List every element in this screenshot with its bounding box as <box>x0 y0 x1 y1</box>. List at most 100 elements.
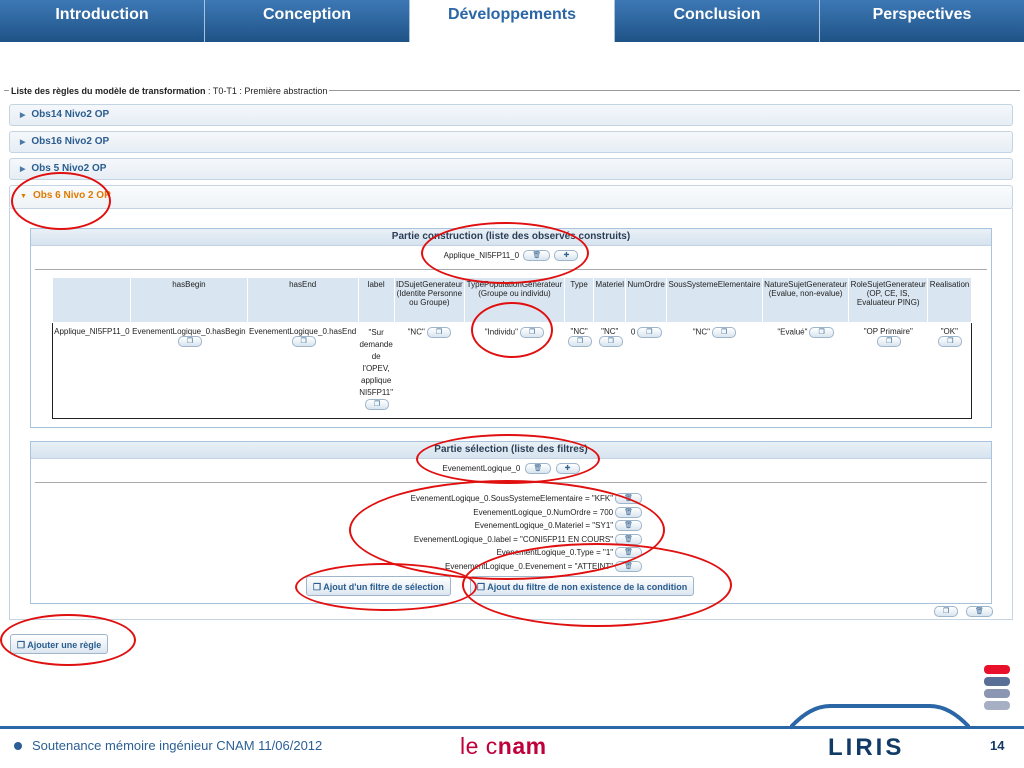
edit-button[interactable]: ❐ <box>567 336 593 347</box>
copy-icon: ❐ <box>947 338 954 345</box>
delete-filter-button[interactable]: 🗑 <box>615 493 642 505</box>
table-cell: "OP Primaire" ❐ <box>849 323 928 419</box>
add-nonexistence-filter-button[interactable]: ❐ Ajout du filtre de non existence de la… <box>470 576 695 596</box>
cell-value: "Evalué" <box>777 327 808 337</box>
fieldset-legend: Liste des règles du modèle de transforma… <box>9 86 330 96</box>
button-label: Ajout du filtre de non existence de la c… <box>487 582 688 592</box>
triangle-down-icon: ▼ <box>20 193 27 200</box>
delete-button[interactable]: 🗑 <box>523 250 551 262</box>
table-cell: "Evalué" ❐ <box>762 323 849 419</box>
trash-icon: 🗑 <box>624 508 633 516</box>
copy-icon: ❐ <box>313 582 324 592</box>
delete-button[interactable]: 🗑 <box>524 463 552 475</box>
edit-button[interactable]: ❐ <box>177 336 203 347</box>
accordion-obs14[interactable]: ▶ Obs14 Nivo2 OP <box>9 104 1013 126</box>
plus-icon: ✚ <box>564 465 571 473</box>
column-header: NumOrdre <box>625 277 668 323</box>
filter-item: EvenementLogique_0.Evenement = "ATTEINT"… <box>382 560 642 574</box>
table-cell: EvenementLogique_0.hasBegin ❐ <box>131 323 247 419</box>
edit-button[interactable]: ❐ <box>598 336 623 347</box>
filter-item: EvenementLogique_0.NumOrdre = 700 🗑 <box>382 506 642 520</box>
tab-introduction[interactable]: Introduction <box>0 0 205 42</box>
divider <box>35 482 987 483</box>
cnam-logo: le cnam <box>460 733 547 760</box>
button-label: Ajout d'un filtre de sélection <box>323 582 444 592</box>
copy-icon: ❐ <box>477 582 488 592</box>
delete-filter-button[interactable]: 🗑 <box>615 533 642 545</box>
accordion-label: Obs16 Nivo2 OP <box>31 136 110 147</box>
edit-button[interactable]: ❐ <box>365 399 390 411</box>
edit-button[interactable]: ❐ <box>809 327 834 338</box>
cell-value: "OK" <box>940 327 958 336</box>
tab-developpements[interactable]: Développements <box>410 0 615 42</box>
top-navigation: Introduction Conception Développements C… <box>0 0 1024 42</box>
delete-rule-button[interactable]: 🗑 <box>966 606 993 617</box>
column-header: Realisation <box>927 277 972 323</box>
bar-blue-light <box>984 689 1010 698</box>
cell-value: "OP Primaire" <box>863 327 913 336</box>
delete-filter-button[interactable]: 🗑 <box>615 506 642 518</box>
bar-blue <box>984 677 1010 686</box>
add-selection-filter-button[interactable]: ❐ Ajout d'un filtre de sélection <box>306 576 451 596</box>
cnam-logo-text: le c <box>460 733 498 759</box>
tab-conclusion[interactable]: Conclusion <box>615 0 820 42</box>
trash-icon: 🗑 <box>624 522 633 530</box>
edit-button[interactable]: ❐ <box>877 336 902 347</box>
plus-icon: ✚ <box>563 252 570 260</box>
footer-text: Soutenance mémoire ingénieur CNAM 11/06/… <box>14 738 322 753</box>
copy-icon: ❐ <box>607 338 614 345</box>
trash-icon: 🗑 <box>532 252 542 260</box>
table-cell: Applique_NI5FP11_0 <box>54 327 130 336</box>
delete-filter-button[interactable]: 🗑 <box>615 547 642 559</box>
accordion-obs5[interactable]: ▶ Obs 5 Nivo2 OP <box>9 158 1013 180</box>
copy-icon: ❐ <box>374 401 381 409</box>
copy-icon: ❐ <box>186 338 194 345</box>
accordion-obs6[interactable]: ▼ Obs 6 Nivo 2 OP <box>9 185 1013 209</box>
tab-conception[interactable]: Conception <box>205 0 410 42</box>
edit-button[interactable]: ❐ <box>519 327 545 338</box>
filter-item: EvenementLogique_0.label = "CONI5FP11 EN… <box>382 533 642 547</box>
copy-icon: ❐ <box>818 329 825 336</box>
column-header: SousSystemeElementaire <box>666 277 763 323</box>
accordion-obs16[interactable]: ▶ Obs16 Nivo2 OP <box>9 131 1013 153</box>
column-header: TypePopulationGenerateur (Groupe ou indi… <box>464 277 565 323</box>
copy-icon: ❐ <box>17 640 28 650</box>
divider <box>35 269 987 270</box>
cell-value: "NC" <box>601 327 619 336</box>
table-row: Applique_NI5FP11_0 EvenementLogique_0.ha… <box>53 323 972 419</box>
tab-perspectives[interactable]: Perspectives <box>820 0 1024 42</box>
column-header: hasEnd <box>246 277 359 323</box>
table-cell: "NC" ❐ <box>594 323 626 419</box>
column-header: IDSujetGenerateur (Identite Personne ou … <box>393 277 466 323</box>
cnam-logo-bold: nam <box>497 733 547 759</box>
copy-icon: ❐ <box>943 608 950 615</box>
construction-selected: Applique_NI5FP11_0 <box>443 251 520 260</box>
constructed-table: hasBegin hasEnd label IDSujetGenerateur … <box>51 277 972 419</box>
add-button[interactable]: ✚ <box>554 250 579 262</box>
copy-icon: ❐ <box>300 338 307 345</box>
add-button[interactable]: ✚ <box>555 463 580 475</box>
delete-filter-button[interactable]: 🗑 <box>615 560 642 572</box>
table-cell: "Sur demande de l'OPEV, applique NI5FP11… <box>358 323 394 419</box>
table-cell: "NC" ❐ <box>667 323 763 419</box>
edit-button[interactable]: ❐ <box>291 336 316 347</box>
trash-icon: 🗑 <box>624 495 633 503</box>
column-header: label <box>357 277 395 323</box>
edit-button[interactable]: ❐ <box>711 327 737 338</box>
construction-title: Partie construction (liste des observés … <box>31 229 991 246</box>
filter-list: EvenementLogique_0.SousSystemeElementair… <box>382 492 642 573</box>
edit-button[interactable]: ❐ <box>637 327 662 338</box>
edit-button[interactable]: ❐ <box>938 336 963 347</box>
add-rule-button[interactable]: ❐ Ajouter une règle <box>10 634 109 654</box>
table-cell: 0 ❐ <box>626 323 667 419</box>
table-cell: "Individu" ❐ <box>465 323 565 419</box>
cell-value: 0 <box>630 327 636 337</box>
edit-rule-button[interactable]: ❐ <box>934 606 959 617</box>
cell-value: EvenementLogique_0.hasEnd <box>249 327 357 336</box>
delete-filter-button[interactable]: 🗑 <box>615 520 642 532</box>
edit-button[interactable]: ❐ <box>426 327 452 338</box>
copy-icon: ❐ <box>720 329 728 336</box>
cell-value: "Sur demande de l'OPEV, applique NI5FP11… <box>359 328 394 397</box>
cell-value: "Individu" <box>484 327 518 337</box>
bar-grey <box>984 701 1010 710</box>
